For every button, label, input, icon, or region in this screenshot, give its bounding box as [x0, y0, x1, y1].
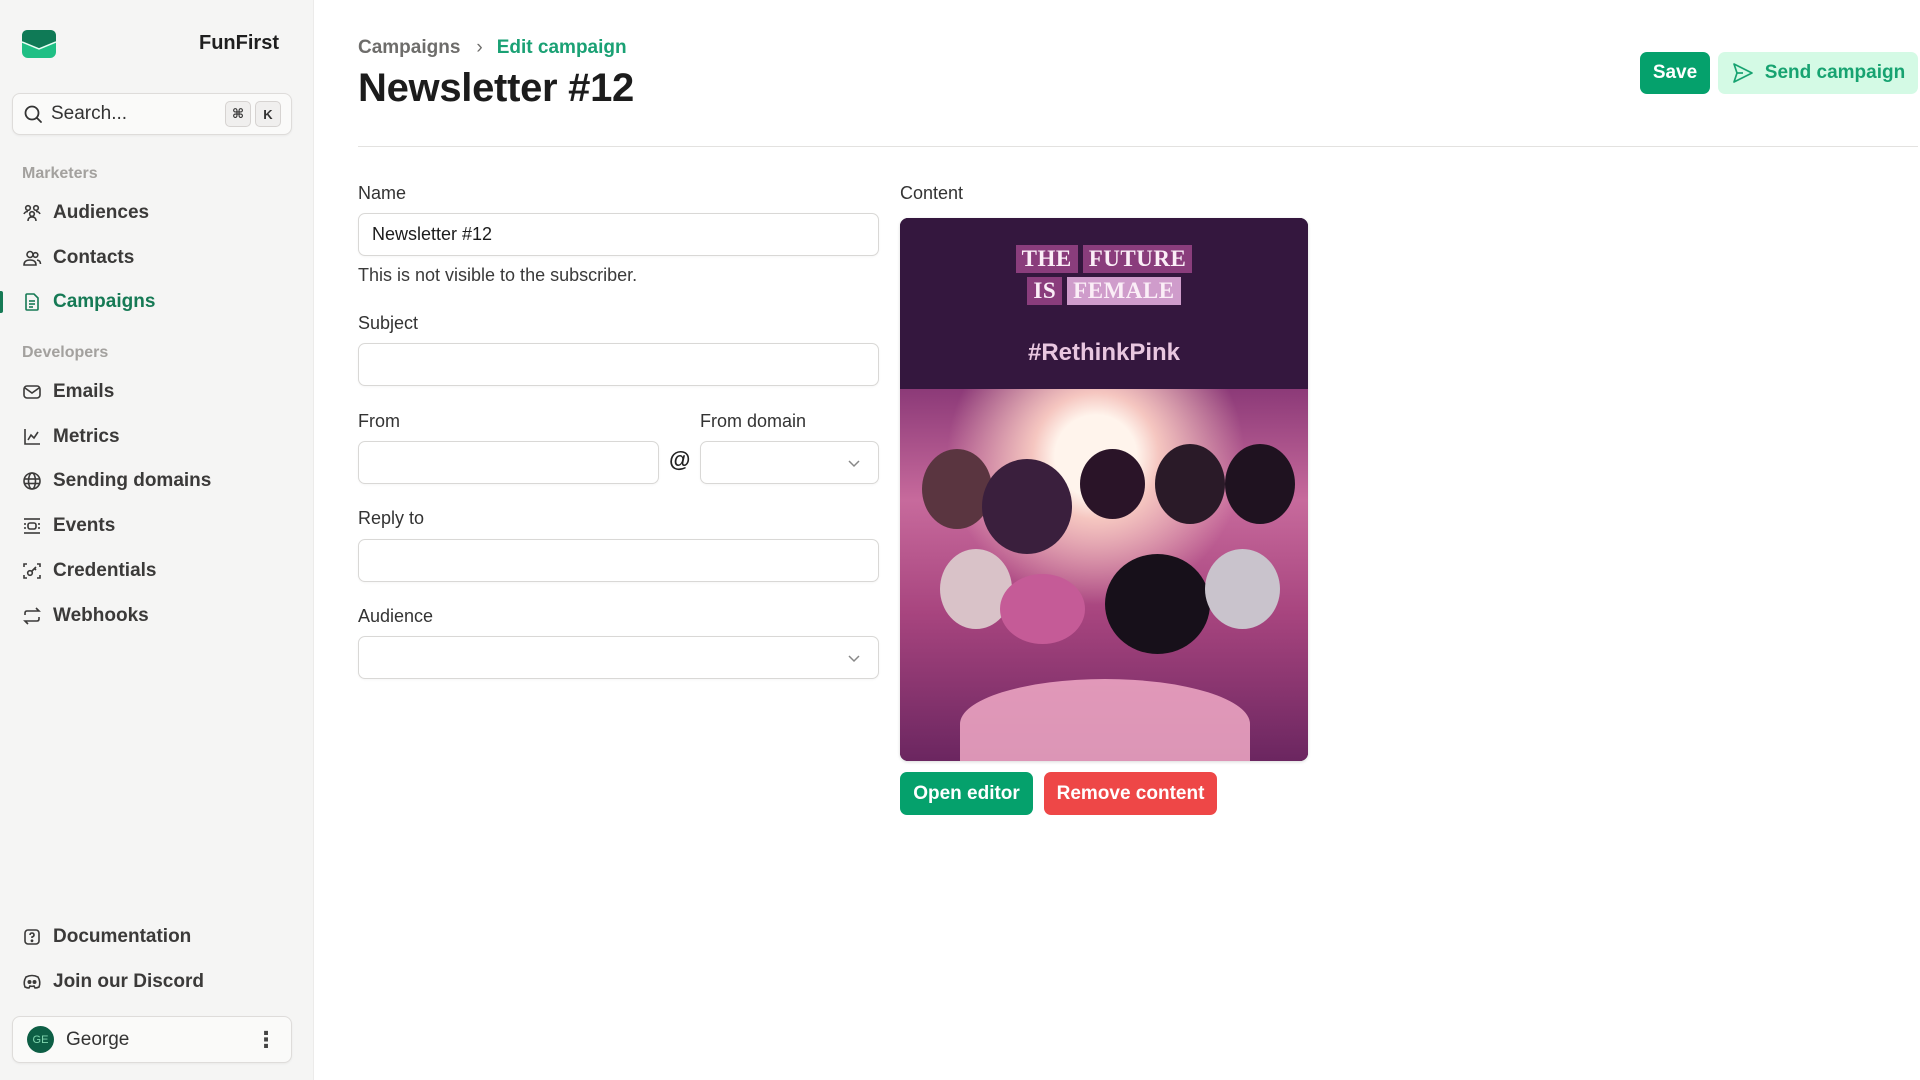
- avatar: GE: [27, 1026, 54, 1053]
- figure: [922, 449, 992, 529]
- discord-icon: [23, 974, 41, 989]
- headline-line-1: THE FUTURE: [900, 245, 1308, 273]
- search-icon: [24, 105, 42, 123]
- sidebar-item-label: Contacts: [53, 247, 135, 268]
- document-icon: [25, 293, 39, 311]
- breadcrumb: Campaigns › Edit campaign: [358, 37, 627, 59]
- kbd-cmd: ⌘: [225, 101, 251, 127]
- sidebar-link-label: Documentation: [53, 926, 192, 947]
- headline-word: IS: [1027, 277, 1063, 305]
- user-menu[interactable]: GE George ⋮: [12, 1016, 292, 1063]
- name-label: Name: [358, 183, 407, 203]
- sidebar-link-discord[interactable]: Join our Discord: [22, 967, 204, 997]
- sidebar-link-documentation[interactable]: Documentation: [22, 922, 191, 952]
- content-label: Content: [900, 183, 964, 203]
- sidebar-item-label: Sending domains: [53, 470, 212, 491]
- sidebar-item-events[interactable]: Events: [22, 511, 115, 541]
- search-placeholder: Search...: [51, 103, 128, 124]
- preview-hashtag: #RethinkPink: [1027, 339, 1181, 366]
- sidebar-item-label: Metrics: [53, 426, 120, 447]
- chevron-right-icon: ›: [476, 37, 483, 58]
- more-vertical-icon[interactable]: ⋮: [255, 1028, 277, 1051]
- events-icon: [24, 518, 40, 534]
- sidebar-link-label: Join our Discord: [53, 971, 204, 992]
- sidebar-item-campaigns[interactable]: Campaigns: [22, 287, 155, 317]
- figure: [1155, 444, 1225, 524]
- sidebar-item-sending-domains[interactable]: Sending domains: [22, 466, 211, 496]
- content-preview-image: THE FUTURE IS FEMALE #RethinkPink: [900, 218, 1308, 761]
- workspace-name[interactable]: FunFirst: [199, 32, 279, 55]
- send-campaign-label: Send campaign: [1764, 62, 1906, 83]
- user-name: George: [66, 1028, 130, 1050]
- audience-select[interactable]: [358, 636, 879, 679]
- globe-icon: [23, 472, 41, 490]
- sidebar-item-emails[interactable]: Emails: [22, 377, 114, 407]
- sidebar-item-label: Events: [53, 515, 116, 536]
- preview-header: THE FUTURE IS FEMALE #RethinkPink: [900, 218, 1308, 389]
- chevron-down-icon: [848, 654, 860, 662]
- from-input[interactable]: [358, 441, 659, 484]
- reply-to-label: Reply to: [358, 508, 425, 528]
- key-scan-icon: [23, 563, 41, 579]
- sidebar-item-label: Emails: [53, 381, 115, 402]
- headline-word: THE: [1015, 245, 1078, 273]
- chart-line-icon: [24, 429, 40, 445]
- subject-label: Subject: [358, 313, 419, 333]
- users-group-icon: [23, 204, 41, 222]
- help-icon: [24, 929, 40, 945]
- remove-content-button[interactable]: Remove content: [1044, 772, 1217, 815]
- sidebar-item-label: Webhooks: [53, 605, 149, 626]
- sidebar: FunFirst Search... ⌘ K Marketers Audienc…: [0, 0, 314, 1080]
- breadcrumb-campaigns[interactable]: Campaigns: [358, 37, 460, 59]
- figure: [1000, 574, 1085, 644]
- save-button[interactable]: Save: [1640, 52, 1710, 94]
- preview-illustration: [900, 389, 1308, 761]
- sidebar-item-label: Audiences: [53, 202, 150, 223]
- headline-word: FUTURE: [1082, 245, 1193, 273]
- name-input[interactable]: [358, 213, 879, 256]
- figure: [1080, 449, 1145, 519]
- headline-line-2: IS FEMALE: [900, 277, 1308, 305]
- name-helper-text: This is not visible to the subscriber.: [358, 265, 638, 285]
- figure: [1225, 444, 1295, 524]
- header-divider: [358, 146, 1918, 147]
- at-symbol: @: [669, 447, 691, 472]
- chevron-down-icon: [848, 459, 860, 467]
- contacts-icon: [23, 250, 42, 266]
- figure: [1105, 554, 1210, 654]
- section-label-marketers: Marketers: [22, 165, 98, 182]
- from-label: From: [358, 411, 400, 431]
- logo-icon: [22, 30, 56, 58]
- sidebar-item-webhooks[interactable]: Webhooks: [22, 601, 149, 631]
- section-label-developers: Developers: [22, 344, 109, 361]
- subject-input[interactable]: [358, 343, 879, 386]
- active-indicator: [0, 291, 3, 313]
- breadcrumb-current: Edit campaign: [496, 37, 627, 58]
- figure: [982, 459, 1072, 554]
- audience-label: Audience: [358, 606, 434, 626]
- open-editor-button[interactable]: Open editor: [900, 772, 1033, 815]
- sidebar-item-audiences[interactable]: Audiences: [22, 198, 149, 228]
- sidebar-item-credentials[interactable]: Credentials: [22, 556, 156, 586]
- headline-word: FEMALE: [1067, 277, 1181, 305]
- figure-shoulders: [960, 679, 1250, 761]
- sidebar-item-label: Campaigns: [53, 291, 156, 312]
- kbd-k: K: [255, 101, 281, 127]
- send-campaign-button[interactable]: Send campaign: [1718, 52, 1918, 94]
- search-input[interactable]: Search... ⌘ K: [12, 93, 292, 135]
- sidebar-item-contacts[interactable]: Contacts: [22, 243, 134, 273]
- sidebar-item-metrics[interactable]: Metrics: [22, 422, 120, 452]
- reply-to-input[interactable]: [358, 539, 879, 582]
- from-domain-select[interactable]: [700, 441, 879, 484]
- page-title: Newsletter #12: [358, 66, 634, 110]
- figure: [1205, 549, 1280, 629]
- send-icon: [1732, 63, 1753, 83]
- mail-icon: [23, 385, 41, 399]
- sidebar-item-label: Credentials: [53, 560, 157, 581]
- arrows-repeat-icon: [23, 607, 41, 625]
- from-domain-label: From domain: [700, 411, 807, 431]
